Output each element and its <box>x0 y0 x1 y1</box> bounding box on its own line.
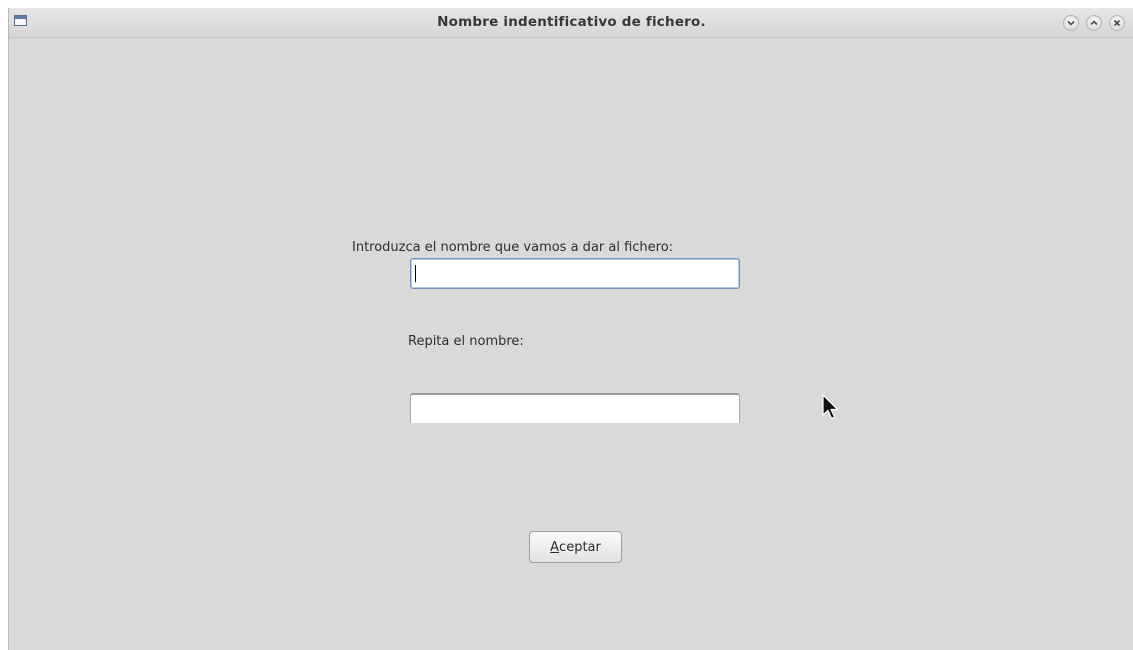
dialog-window: Nombre indentificativo de fichero. Intro… <box>8 8 1133 650</box>
minimize-button[interactable] <box>1063 15 1079 31</box>
maximize-button[interactable] <box>1086 15 1102 31</box>
accept-button-mnemonic: A <box>550 539 560 555</box>
title-bar[interactable]: Nombre indentificativo de fichero. <box>9 8 1133 38</box>
window-title: Nombre indentificativo de fichero. <box>437 14 706 30</box>
chevron-up-icon <box>1090 20 1098 26</box>
chevron-down-icon <box>1067 20 1075 26</box>
repeat-name-label: Repita el nombre: <box>408 334 524 349</box>
name-label: Introduzca el nombre que vamos a dar al … <box>352 240 674 255</box>
name-input[interactable] <box>410 258 740 289</box>
mouse-pointer-icon <box>822 394 839 420</box>
repeat-name-input[interactable] <box>410 393 740 423</box>
text-caret <box>415 265 416 282</box>
accept-button-label: ceptar <box>559 539 601 555</box>
accept-button[interactable]: Aceptar <box>529 531 622 563</box>
dialog-content: Introduzca el nombre que vamos a dar al … <box>9 38 1133 650</box>
close-icon <box>1113 19 1121 27</box>
close-button[interactable] <box>1109 15 1125 31</box>
